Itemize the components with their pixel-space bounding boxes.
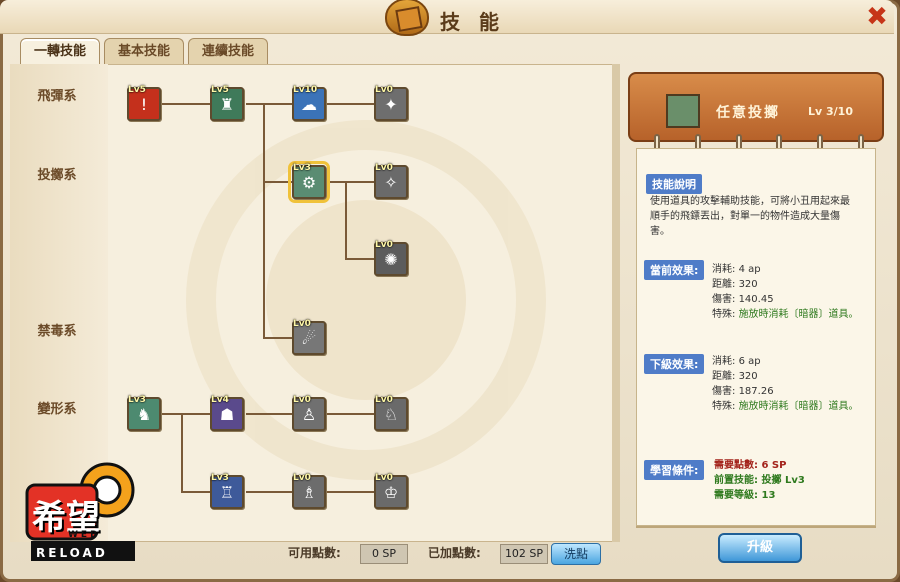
- next-effect-header: 下級效果:: [644, 354, 705, 374]
- skill-description: 使用道具的攻擊輔助技能，可將小丑用起來最順手的飛鏢丟出，對單一的物件造成大量傷害…: [650, 196, 850, 237]
- current-effect-header: 當前效果:: [644, 260, 705, 280]
- skill-glyph: ⚙: [301, 173, 317, 192]
- skill-glyph: ♞: [136, 405, 152, 424]
- requirement-row: 需要等級: 13: [714, 490, 776, 501]
- requirement-row: 前置技能: 投擲 Lv3: [714, 475, 805, 486]
- added-sp-value: 102 SP: [500, 544, 548, 564]
- skill-glyph: ♔: [383, 483, 399, 502]
- effect-row: 特殊: 施放時消耗〔暗器〕道具。: [712, 309, 859, 320]
- skill-glyph: !: [140, 95, 148, 114]
- skill-icon[interactable]: Lv3 ♞: [127, 395, 161, 431]
- skill-glyph: ♙: [301, 405, 317, 424]
- skill-glyph: ♗: [301, 483, 317, 502]
- requirement-row: 需要點數: 6 SP: [714, 460, 787, 471]
- selected-skill-icon: [666, 94, 700, 128]
- learn-requirements-header: 學習條件:: [644, 460, 705, 480]
- skill-icon[interactable]: Lv0 ♔: [374, 473, 408, 509]
- skill-level: Lv0: [375, 473, 393, 483]
- reset-points-button[interactable]: 洗點: [551, 543, 601, 565]
- logo-sub-top: WEB: [68, 530, 100, 540]
- skill-icon[interactable]: Lv3 ♖: [210, 473, 244, 509]
- upgrade-button[interactable]: 升級: [718, 533, 802, 563]
- skill-level: Lv0: [375, 240, 393, 250]
- effect-row: 消耗: 6 ap: [712, 356, 761, 367]
- skill-icon-selected[interactable]: Lv3 ⚙: [288, 161, 330, 203]
- skill-glyph: ☗: [219, 405, 235, 424]
- skill-level: Lv0: [375, 85, 393, 95]
- effect-row: 傷害: 187.26: [712, 386, 774, 397]
- skill-icon[interactable]: Lv0 ♘: [374, 395, 408, 431]
- added-sp-label: 已加點數:: [428, 546, 481, 560]
- skill-glyph: ✺: [384, 250, 398, 269]
- skill-level: Lv3: [128, 395, 146, 405]
- skill-glyph: ✦: [384, 95, 398, 114]
- skill-level: Lv0: [375, 395, 393, 405]
- skill-icon[interactable]: Lv0 ✺: [374, 240, 408, 276]
- selected-skill-name: 任意投擲: [716, 105, 780, 121]
- skill-level: Lv0: [375, 163, 393, 173]
- current-effect-list: 消耗: 4 ap 距離: 320 傷害: 140.45 特殊: 施放時消耗〔暗器…: [712, 262, 862, 322]
- available-sp-value: 0 SP: [360, 544, 408, 564]
- skill-icon[interactable]: Lv10 ☁: [292, 85, 326, 121]
- next-effect-list: 消耗: 6 ap 距離: 320 傷害: 187.26 特殊: 施放時消耗〔暗器…: [712, 354, 862, 414]
- skill-level: Lv0: [293, 473, 311, 483]
- logo-sub-bottom: RELOAD: [36, 546, 108, 560]
- skill-detail-panel: 任意投擲 Lv 3/10 技能說明 使用道具的攻擊輔助技能，可將小丑用起來最順手…: [628, 62, 884, 532]
- skill-glyph: ✧: [384, 173, 398, 192]
- effect-row: 距離: 320: [712, 371, 758, 382]
- skill-name-scroll: 任意投擲 Lv 3/10: [628, 72, 884, 142]
- skill-glyph: ♖: [219, 483, 235, 502]
- skill-level: Lv5: [211, 85, 229, 95]
- skill-icon[interactable]: Lv0 ✧: [374, 163, 408, 199]
- skill-level: Lv10: [293, 85, 318, 95]
- skill-icon[interactable]: Lv4 ☗: [210, 395, 244, 431]
- skill-icon[interactable]: Lv5 ♜: [210, 85, 244, 121]
- skill-level: Lv0: [293, 395, 311, 405]
- effect-row: 消耗: 4 ap: [712, 264, 761, 275]
- close-button[interactable]: ✖: [864, 4, 890, 30]
- skill-icon[interactable]: Lv0 ☄: [292, 319, 326, 355]
- skill-icon[interactable]: Lv5 !: [127, 85, 161, 121]
- skill-level: Lv3: [211, 473, 229, 483]
- skill-level: Lv4: [211, 395, 229, 405]
- skill-icon[interactable]: Lv0 ♙: [292, 395, 326, 431]
- skill-glyph: ☁: [301, 95, 317, 114]
- learn-requirements-list: 需要點數: 6 SP 前置技能: 投擲 Lv3 需要等級: 13: [714, 458, 805, 503]
- description-header: 技能說明: [646, 174, 702, 194]
- effect-row: 距離: 320: [712, 279, 758, 290]
- skill-level: Lv5: [128, 85, 146, 95]
- effect-row: 特殊: 施放時消耗〔暗器〕道具。: [712, 401, 859, 412]
- skill-icon[interactable]: Lv0 ✦: [374, 85, 408, 121]
- effect-row: 傷害: 140.45: [712, 294, 774, 305]
- skill-glyph: ☄: [301, 329, 317, 348]
- skill-glyph: ♜: [219, 95, 235, 114]
- selected-skill-level: Lv 3/10: [808, 105, 853, 118]
- skill-glyph: ♘: [383, 405, 399, 424]
- available-sp-label: 可用點數:: [288, 546, 341, 560]
- skill-level: Lv3: [293, 163, 311, 173]
- skill-level: Lv0: [293, 319, 311, 329]
- skill-icon[interactable]: Lv0 ♗: [292, 473, 326, 509]
